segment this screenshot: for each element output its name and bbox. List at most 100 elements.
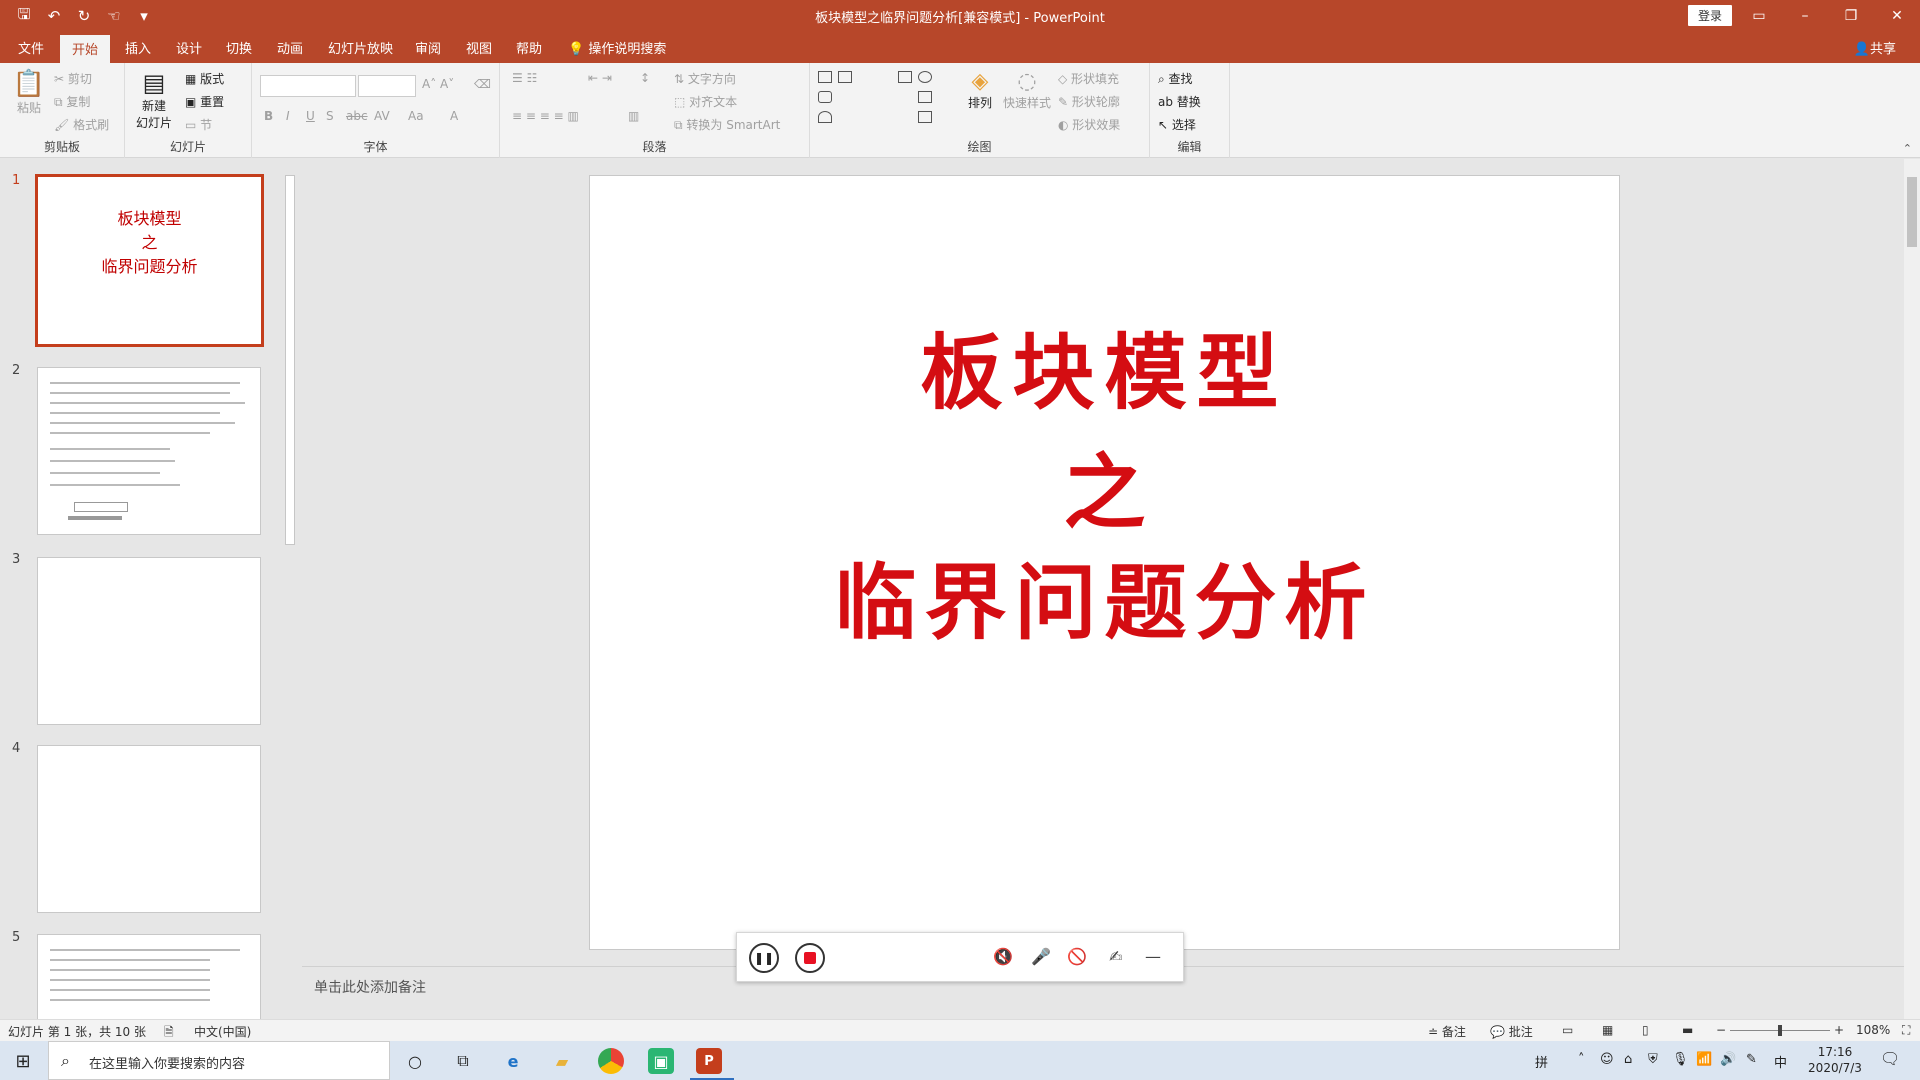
clear-format-icon[interactable]: ⌫ xyxy=(474,77,491,91)
windows-start-icon[interactable]: ⊞ xyxy=(10,1048,36,1074)
tab-transitions[interactable]: 切换 xyxy=(222,38,256,57)
shapes-gallery[interactable] xyxy=(818,71,958,131)
notes-toggle-button[interactable]: ≐ 备注 xyxy=(1428,1023,1466,1040)
tab-insert[interactable]: 插入 xyxy=(121,38,155,57)
arrange-button[interactable]: ◈ 排列 xyxy=(960,69,1000,111)
slide-thumbnail-4[interactable] xyxy=(37,745,261,913)
font-color-button[interactable]: A xyxy=(450,109,458,123)
replace-button[interactable]: ab 替换 xyxy=(1158,93,1201,110)
align-text-button[interactable]: ⬚ 对齐文本 xyxy=(674,93,737,110)
font-size-select[interactable] xyxy=(358,75,416,97)
copy-button[interactable]: ⧉ 复制 xyxy=(54,93,90,110)
tab-review[interactable]: 审阅 xyxy=(411,38,445,57)
tab-home[interactable]: 开始 xyxy=(60,35,111,63)
minimize-toolbar-icon[interactable]: — xyxy=(1145,947,1161,966)
usb-icon[interactable]: ⌂ xyxy=(1624,1052,1632,1067)
microphone-tray-icon[interactable]: 🎙 xyxy=(1672,1052,1689,1067)
slideshow-view-icon[interactable]: ▬ xyxy=(1682,1023,1693,1037)
comments-toggle-button[interactable]: 💬 批注 xyxy=(1490,1023,1533,1040)
notes-placeholder[interactable]: 单击此处添加备注 xyxy=(314,977,426,997)
normal-view-icon[interactable]: ▭ xyxy=(1562,1023,1573,1037)
slide-sorter-icon[interactable]: ▦ xyxy=(1602,1023,1613,1037)
tray-chevron-icon[interactable]: ˄ xyxy=(1578,1052,1585,1067)
pen-workspace-icon[interactable]: ✎ xyxy=(1746,1052,1757,1067)
find-button[interactable]: ⌕ 查找 xyxy=(1158,70,1193,87)
minimize-button[interactable]: – xyxy=(1782,0,1828,32)
columns-icon[interactable]: ▥ xyxy=(628,109,639,123)
edge-browser-icon[interactable]: e xyxy=(500,1048,526,1074)
recorder-app-icon[interactable]: ▣ xyxy=(648,1048,674,1074)
quick-styles-button[interactable]: ◌ 快速样式 xyxy=(1002,69,1052,111)
paste-button[interactable]: 📋 粘贴 xyxy=(12,69,46,116)
tab-view[interactable]: 视图 xyxy=(462,38,496,57)
powerpoint-app-icon[interactable]: P xyxy=(696,1048,722,1074)
reading-view-icon[interactable]: ▯ xyxy=(1642,1023,1649,1037)
ribbon-display-options-icon[interactable]: ▭ xyxy=(1736,0,1782,32)
slide-thumbnail-1[interactable]: 板块模型 之 临界问题分析 xyxy=(35,174,264,347)
new-slide-button[interactable]: ▤ 新建 幻灯片 xyxy=(131,69,177,131)
slide-title-line-3[interactable]: 临界问题分析 xyxy=(590,536,1619,655)
char-spacing-button[interactable]: AV xyxy=(374,109,390,123)
bullets-icon[interactable]: ☰ ☷ xyxy=(512,71,537,85)
volume-icon[interactable]: 🔊 xyxy=(1720,1052,1736,1067)
italic-button[interactable]: I xyxy=(286,109,290,123)
close-button[interactable]: ✕ xyxy=(1874,0,1920,32)
fit-to-window-icon[interactable]: ⛶ xyxy=(1902,1023,1910,1038)
scroll-thumb[interactable] xyxy=(285,175,295,545)
stop-button[interactable] xyxy=(795,943,825,973)
scroll-thumb[interactable] xyxy=(1907,177,1917,247)
slide-thumbnail-5[interactable] xyxy=(37,934,261,1024)
tray-app-icon[interactable]: ☺ xyxy=(1600,1052,1614,1067)
tab-animations[interactable]: 动画 xyxy=(273,38,307,57)
format-painter-button[interactable]: 🖌 格式刷 xyxy=(54,116,109,133)
ime-language-indicator[interactable]: 中 xyxy=(1774,1052,1787,1071)
tab-help[interactable]: 帮助 xyxy=(512,38,546,57)
shape-effects-button[interactable]: ◐ 形状效果 xyxy=(1058,116,1120,133)
section-button[interactable]: ▭ 节 xyxy=(185,116,212,133)
indent-icon[interactable]: ⇤ ⇥ xyxy=(588,71,612,85)
mute-icon[interactable]: 🔇 xyxy=(993,947,1013,966)
text-direction-button[interactable]: ⇅ 文字方向 xyxy=(674,70,736,87)
shadow-button[interactable]: S xyxy=(326,109,334,123)
zoom-in-icon[interactable]: + xyxy=(1834,1023,1844,1037)
language-status[interactable]: 中文(中国) xyxy=(194,1023,251,1040)
tell-me-search[interactable]: 💡 操作说明搜索 xyxy=(568,38,666,57)
ime-pinyin-indicator[interactable]: 拼 xyxy=(1535,1052,1548,1071)
system-clock[interactable]: 17:16 2020/7/3 xyxy=(1800,1044,1870,1076)
line-spacing-icon[interactable]: ↕ xyxy=(640,71,650,85)
slide-title-line-1[interactable]: 板块模型 xyxy=(590,306,1619,425)
zoom-slider-thumb[interactable] xyxy=(1778,1025,1782,1036)
restore-button[interactable]: ❐ xyxy=(1828,0,1874,32)
change-case-button[interactable]: Aa xyxy=(408,109,424,123)
network-icon[interactable]: 📶 xyxy=(1696,1052,1712,1067)
zoom-level[interactable]: 108% xyxy=(1856,1023,1890,1037)
tab-slideshow[interactable]: 幻灯片放映 xyxy=(324,38,397,57)
tab-design[interactable]: 设计 xyxy=(172,38,206,57)
reset-button[interactable]: ▣ 重置 xyxy=(185,93,224,110)
camera-off-icon[interactable]: 🚫 xyxy=(1067,947,1087,966)
layout-button[interactable]: ▦ 版式 xyxy=(185,70,224,87)
login-button[interactable]: 登录 xyxy=(1687,5,1732,26)
strikethrough-button[interactable]: abc xyxy=(346,109,368,123)
cortana-icon[interactable]: ○ xyxy=(402,1048,428,1074)
zoom-out-icon[interactable]: − xyxy=(1716,1023,1726,1037)
slide-title-line-2[interactable]: 之 xyxy=(590,426,1619,545)
file-explorer-icon[interactable]: ▰ xyxy=(549,1048,575,1074)
pause-button[interactable]: ❚❚ xyxy=(749,943,779,973)
thumbnails-scrollbar[interactable] xyxy=(283,159,297,1019)
font-name-select[interactable] xyxy=(260,75,356,97)
pen-icon[interactable]: ✍ xyxy=(1109,947,1122,966)
smartart-button[interactable]: ⧉ 转换为 SmartArt xyxy=(674,116,780,133)
task-view-icon[interactable]: ⧉ xyxy=(450,1048,476,1074)
underline-button[interactable]: U xyxy=(306,109,315,123)
current-slide[interactable]: 板块模型 之 临界问题分析 xyxy=(589,175,1620,950)
slide-scrollbar[interactable] xyxy=(1904,159,1920,1019)
increase-font-icon[interactable]: A˄ A˅ xyxy=(422,77,454,91)
tab-file[interactable]: 文件 xyxy=(14,38,48,57)
bold-button[interactable]: B xyxy=(264,109,273,123)
shape-fill-button[interactable]: ◇ 形状填充 xyxy=(1058,70,1119,87)
slide-thumbnail-2[interactable] xyxy=(37,367,261,535)
notification-center-icon[interactable]: 🗨 xyxy=(1880,1049,1900,1068)
microphone-icon[interactable]: 🎤 xyxy=(1031,947,1051,966)
security-shield-icon[interactable]: ⛨ xyxy=(1648,1052,1658,1067)
